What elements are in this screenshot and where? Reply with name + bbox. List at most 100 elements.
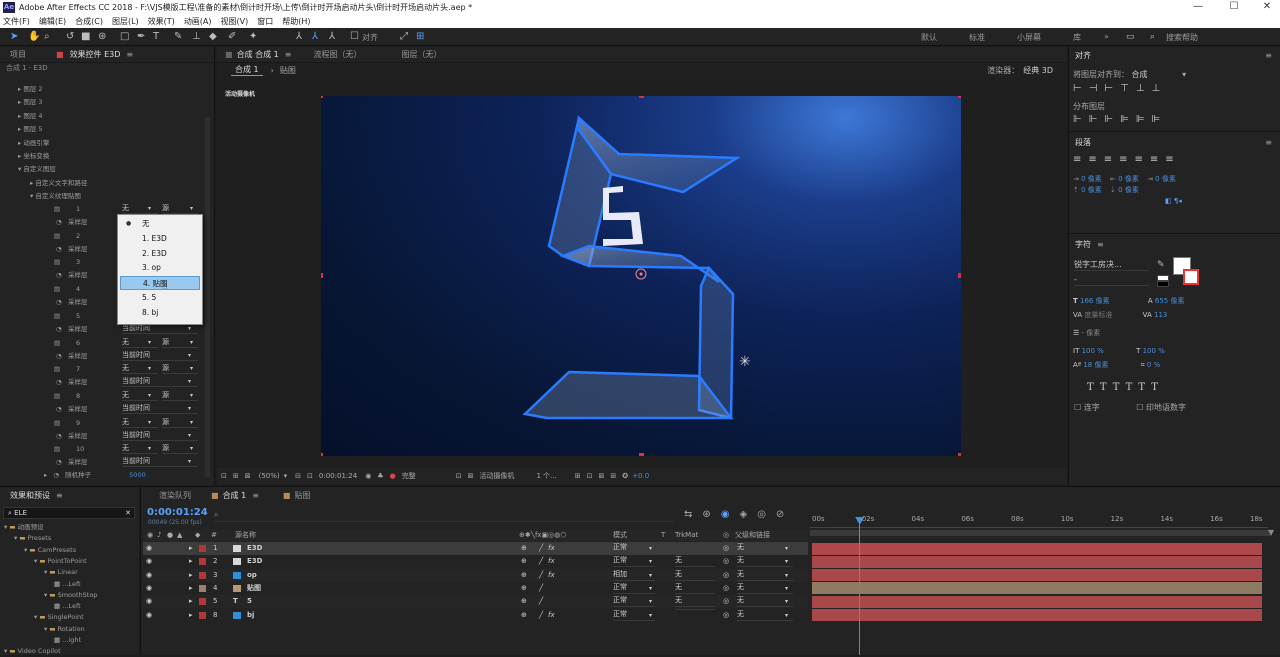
effects-tree-item[interactable]: ▾ ▬ SmoothStop (44, 590, 97, 601)
checkbox-icon[interactable]: ☐ (1074, 403, 1081, 412)
visibility-eye-icon[interactable]: ◉ (146, 595, 152, 608)
first-line-value[interactable]: 0 像素 (1155, 175, 1176, 183)
quality-switch-icon[interactable]: ╱ (539, 542, 543, 555)
workspace-standard[interactable]: 标准 (969, 32, 985, 43)
handle-bottom-left[interactable] (321, 453, 323, 456)
effect-tree-item[interactable]: ▸ 图层 2 (18, 83, 43, 96)
texture-layer-select[interactable]: 无 (122, 363, 158, 375)
character-menu-icon[interactable]: ≡ (1097, 240, 1104, 249)
shy-switch-icon[interactable]: ⊕ (521, 582, 527, 595)
show-snapshot-icon[interactable]: ♣ (377, 472, 383, 480)
timeline-layer-row[interactable]: ◉ ▸ 8 bj ⊕ ╱ fx 正常 ▾ ◎ 无 ▾ (143, 608, 808, 622)
expand-chevron-icon[interactable]: ▸ (189, 569, 193, 582)
snap-grid-icon[interactable]: ⊞ (416, 31, 424, 43)
effects-tree-item[interactable]: ▦ ...Left (54, 601, 81, 612)
renderer-value[interactable]: 经典 3D (1023, 65, 1053, 76)
align-checkbox-icon[interactable]: ☐ (350, 31, 359, 43)
sample-time-select[interactable]: 当前时间 (122, 456, 198, 468)
layer-duration-bar[interactable] (812, 542, 1262, 555)
font-family-select[interactable]: 锐字工房决... (1074, 259, 1149, 271)
tab-project[interactable]: 项目 (10, 49, 26, 60)
menu-file[interactable]: 文件(F) (3, 16, 30, 27)
composition-viewer[interactable]: ✳ 5 (321, 96, 961, 456)
texture-layer-select[interactable]: 无 (122, 417, 158, 428)
label-color-swatch[interactable] (199, 571, 206, 579)
handle-top-left[interactable] (321, 96, 323, 98)
pen-tool-icon[interactable]: ✒ (137, 31, 145, 43)
time-ruler[interactable]: 00s 02s 04s 06s 08s 10s 12s 14s 16s 18s (810, 512, 1268, 528)
effects-tree-item[interactable]: ▾ ▬ Linear (44, 567, 78, 578)
paragraph-menu-icon[interactable]: ≡ (1265, 138, 1272, 147)
workspace-menu-icon[interactable]: ▭ (1126, 31, 1135, 43)
tab-flowchart[interactable]: 流程图（无） (313, 49, 361, 60)
effects-tree-item[interactable]: ▾ ▬ Rotation (44, 624, 85, 635)
work-area-bar[interactable] (810, 530, 1270, 536)
layer-name[interactable]: E3D (247, 542, 262, 555)
fx-switch-icon[interactable]: fx (548, 555, 555, 568)
trkmat-select[interactable]: 无 (675, 582, 715, 594)
text-direction-icon[interactable]: ◧ ¶◂ (1165, 196, 1278, 207)
timeline-layer-row[interactable]: ◉ ▸ 2 E3D ⊕ ╱ fx 正常 ▾ 无 ◎ 无 ▾ (143, 555, 808, 569)
eyedropper-icon[interactable]: ✎ (1157, 260, 1165, 270)
zoom-select[interactable]: (50%) (259, 472, 280, 480)
align-buttons-row[interactable]: ⊢⊣⊢⊤⊥⊥ (1073, 83, 1167, 94)
safe-zones-icon[interactable]: ⊞ (233, 472, 239, 480)
workspace-small-screen[interactable]: 小屏幕 (1017, 32, 1041, 43)
chevron-right-icon[interactable]: ▸ (44, 471, 47, 479)
roi-icon[interactable]: ⊡ (456, 472, 462, 480)
shy-switch-icon[interactable]: ⊕ (521, 595, 527, 608)
vertical-scale-value[interactable]: 100 % (1082, 347, 1104, 355)
camera-select[interactable]: 活动摄像机 (479, 471, 514, 481)
stopwatch-icon[interactable]: ◔ (56, 245, 62, 253)
sample-time-select[interactable]: 当前时间 (122, 403, 198, 414)
chevron-down-icon[interactable]: ▾ (44, 625, 47, 633)
align-to-select[interactable]: 合成 (1132, 70, 1148, 79)
dropdown-item[interactable]: 4. 贴图 (120, 276, 200, 291)
transparency-icon[interactable]: ⊡ (307, 472, 313, 480)
layer-name[interactable]: bj (247, 609, 254, 622)
effects-tree-item[interactable]: ▦ ...Left (54, 579, 81, 590)
timeline-switch-icons[interactable]: ⇆⊛◉◈◎⊘ (684, 509, 794, 520)
trkmat-select[interactable] (675, 608, 715, 610)
stroke-width-value[interactable]: - 像素 (1082, 329, 1101, 337)
clone-stamp-tool-icon[interactable]: ⊥ (192, 31, 201, 43)
layer-name[interactable]: 贴图 (247, 582, 261, 595)
stopwatch-icon[interactable]: ◔ (56, 271, 62, 279)
sample-time-select[interactable]: 当前时间 (122, 350, 198, 361)
exposure-icon[interactable]: ✪ (622, 472, 628, 480)
menu-edit[interactable]: 编辑(E) (39, 16, 66, 27)
dropdown-item[interactable]: 8. bj (120, 306, 200, 320)
fx-switch-icon[interactable]: fx (548, 609, 555, 622)
transparency-grid-icon[interactable]: ⊠ (468, 472, 474, 480)
chevron-down-icon[interactable]: ▾ (34, 557, 37, 565)
quality-switch-icon[interactable]: ╱ (539, 569, 543, 582)
layout-icon[interactable]: ⊞ (575, 472, 581, 480)
effect-tree-item[interactable]: ▾ 自定义图层 (18, 163, 56, 176)
tracking-value[interactable]: 113 (1154, 311, 1167, 319)
stroke-color-swatch[interactable] (1183, 269, 1199, 285)
dropdown-item[interactable]: 3. op (120, 261, 200, 275)
parent-pickwhip-icon[interactable]: ◎ (723, 609, 729, 622)
minimize-button[interactable]: — (1186, 0, 1210, 14)
align-menu-icon[interactable]: ≡ (1265, 51, 1272, 60)
effects-search-input[interactable]: ⌕ ELE ✕ (3, 507, 135, 519)
tsume-value[interactable]: 0 % (1147, 361, 1160, 369)
timeline-nav-icon[interactable]: ▼ (1268, 528, 1274, 537)
handle-bottom[interactable] (639, 453, 644, 456)
subtab-texture[interactable]: 贴图 (280, 65, 296, 76)
menu-animation[interactable]: 动画(A) (184, 16, 212, 27)
trkmat-select[interactable]: 无 (675, 555, 715, 568)
view-axis-icon[interactable]: ⅄ (329, 31, 335, 43)
close-tab-icon[interactable]: ■ (225, 50, 233, 59)
horizontal-scale-value[interactable]: 100 % (1143, 347, 1165, 355)
type-tool-icon[interactable]: T (153, 31, 159, 43)
shy-switch-icon[interactable]: ⊕ (521, 609, 527, 622)
fx-switch-icon[interactable]: fx (548, 542, 555, 555)
rectangle-tool-icon[interactable]: □ (120, 31, 129, 43)
quality-switch-icon[interactable]: ╱ (539, 595, 543, 608)
effects-tree-item[interactable]: ▾ ▬ PointToPoint (34, 556, 87, 567)
stopwatch-icon[interactable]: ◔ (53, 471, 59, 479)
expand-chevron-icon[interactable]: ▸ (189, 555, 193, 568)
space-before-value[interactable]: 0 像素 (1081, 186, 1102, 194)
space-after-value[interactable]: 0 像素 (1118, 186, 1139, 194)
